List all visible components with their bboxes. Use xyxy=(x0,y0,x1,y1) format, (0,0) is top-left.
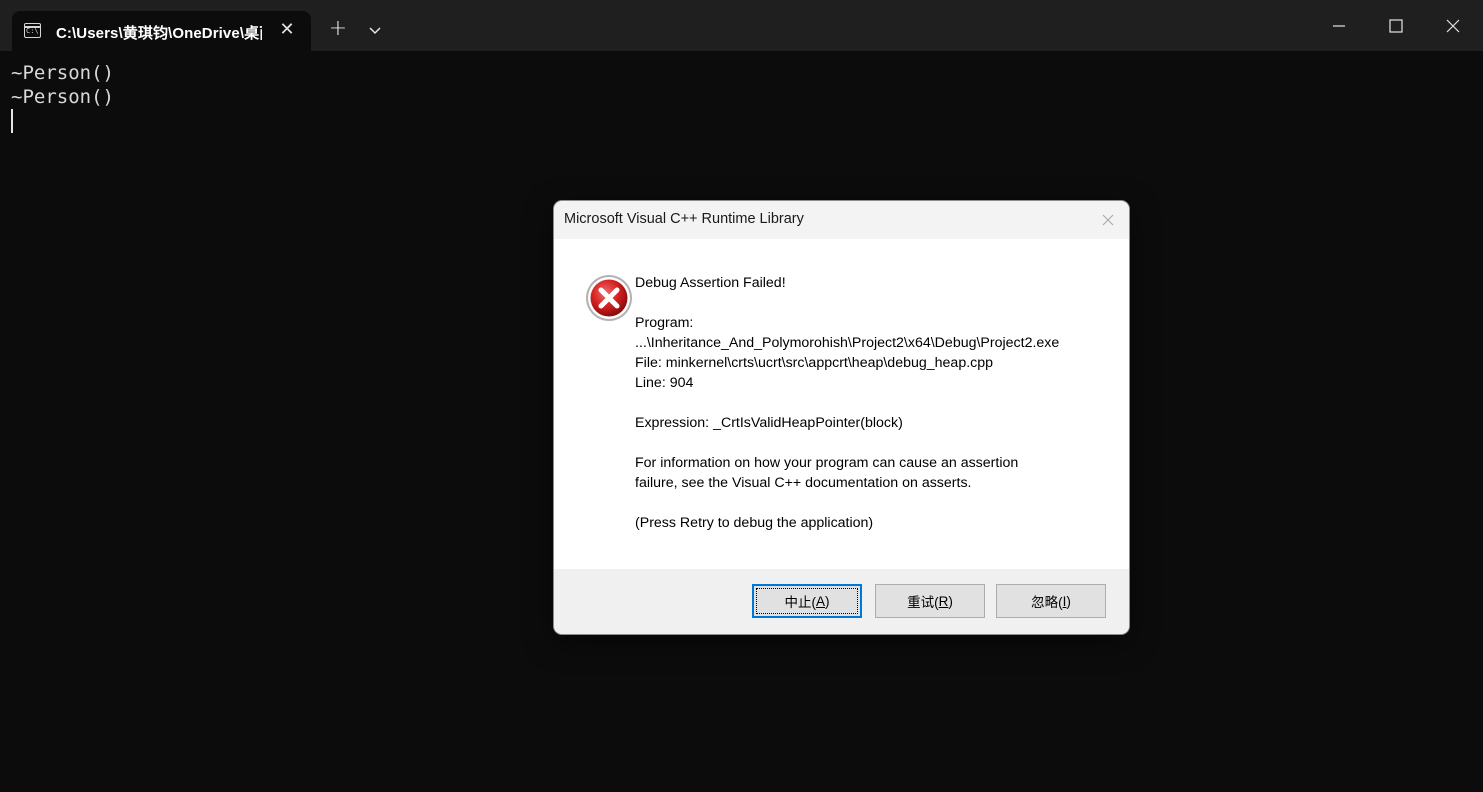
close-window-button[interactable] xyxy=(1425,0,1481,51)
maximize-button[interactable] xyxy=(1368,0,1424,51)
tab-title: C:\Users\黄琪钧\OneDrive\桌面 xyxy=(56,25,262,42)
dialog-body: Debug Assertion Failed! Program: ...\Inh… xyxy=(554,239,1129,569)
ignore-button[interactable]: 忽略(I) xyxy=(996,584,1106,618)
terminal-output[interactable]: ~Person() ~Person() xyxy=(11,61,114,109)
dialog-message: Debug Assertion Failed! Program: ...\Inh… xyxy=(635,273,1115,533)
expression: Expression: _CrtIsValidHeapPointer(block… xyxy=(635,415,903,431)
assertion-dialog: Microsoft Visual C++ Runtime Library Deb… xyxy=(554,201,1129,634)
program-path: ...\Inheritance_And_Polymorohish\Project… xyxy=(635,335,1060,351)
error-icon xyxy=(584,273,634,323)
file-path: File: minkernel\crts\ucrt\src\appcrt\hea… xyxy=(635,355,994,371)
close-icon[interactable] xyxy=(1099,211,1117,229)
output-line: ~Person() xyxy=(11,86,114,108)
command-prompt-icon: C:\ xyxy=(24,23,41,38)
abort-button[interactable]: 中止(A) xyxy=(752,584,862,618)
retry-button[interactable]: 重试(R) xyxy=(875,584,985,618)
dialog-titlebar[interactable]: Microsoft Visual C++ Runtime Library xyxy=(554,201,1129,239)
info-line: For information on how your program can … xyxy=(635,455,1019,471)
chevron-down-icon[interactable] xyxy=(364,19,386,41)
text-cursor xyxy=(11,109,13,133)
dialog-title: Microsoft Visual C++ Runtime Library xyxy=(564,211,804,227)
dialog-footer: 中止(A) 重试(R) 忽略(I) xyxy=(554,569,1129,634)
terminal-tab[interactable]: C:\ C:\Users\黄琪钧\OneDrive\桌面 ✕ xyxy=(12,11,311,51)
info-line: failure, see the Visual C++ documentatio… xyxy=(635,475,972,491)
press-retry-hint: (Press Retry to debug the application) xyxy=(635,515,874,531)
output-line: ~Person() xyxy=(11,62,114,84)
minimize-button[interactable] xyxy=(1311,0,1367,51)
line-number: Line: 904 xyxy=(635,375,694,391)
terminal-titlebar: C:\ C:\Users\黄琪钧\OneDrive\桌面 ✕ + xyxy=(0,0,1483,51)
message-heading: Debug Assertion Failed! xyxy=(635,275,786,291)
program-label: Program: xyxy=(635,315,694,331)
close-tab-icon[interactable]: ✕ xyxy=(277,20,297,40)
new-tab-button[interactable]: + xyxy=(326,17,350,41)
